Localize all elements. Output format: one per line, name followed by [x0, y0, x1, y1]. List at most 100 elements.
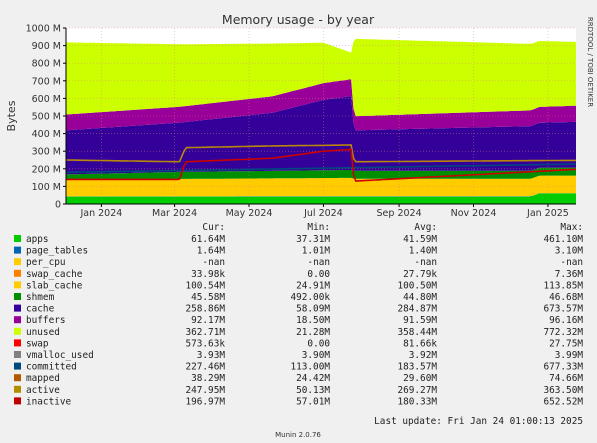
legend-avg: 3.92M: [409, 350, 438, 361]
legend-avg: 100.50M: [397, 280, 437, 291]
legend-name: mapped: [26, 373, 60, 384]
legend-avg: 269.27M: [397, 385, 437, 396]
legend-cur: -nan: [202, 257, 225, 268]
legend-max: -nan: [560, 257, 583, 268]
x-tick-label: Jan 2025: [526, 208, 569, 219]
legend-swatch: [14, 293, 21, 300]
y-tick-label: 1000 M: [26, 24, 61, 35]
legend-min: 0.00: [307, 269, 330, 280]
y-tick-labels: 0 100 M 200 M 300 M 400 M 500 M 600 M 700 M 800 …: [26, 24, 66, 211]
x-tick-label: Jan 2024: [79, 208, 122, 219]
legend-swatch: [14, 397, 21, 405]
legend-cur: 92.17M: [191, 315, 225, 326]
legend-max: 652.52M: [543, 396, 583, 407]
legend-min: -nan: [307, 257, 330, 268]
legend-max: 3.99M: [555, 350, 584, 361]
legend-avg: 1.40M: [409, 246, 438, 257]
legend-swatch: [14, 246, 21, 254]
legend-swatch: [14, 269, 21, 277]
y-tick-label: 300 M: [32, 147, 61, 158]
legend-cur: 1.64M: [197, 246, 226, 257]
legend-avg: 284.87M: [397, 304, 437, 315]
x-tick-label: Jul 2024: [303, 208, 343, 219]
legend-swatch: [14, 374, 21, 382]
legend-name: buffers: [26, 315, 66, 326]
legend-swatch: [14, 327, 21, 335]
legend-swatch: [14, 258, 21, 266]
legend-header-cur: Cur:: [202, 222, 225, 233]
legend-min: 24.42M: [296, 373, 330, 384]
munin-version: Munin 2.0.76: [275, 431, 321, 439]
x-tick-label: May 2024: [226, 208, 273, 219]
memory-usage-chart: Memory usage - by year Bytes RRDTOOL / T…: [0, 0, 597, 443]
legend-avg: 81.66k: [403, 338, 437, 349]
legend-header-min: Min:: [307, 222, 330, 233]
legend-cur: 362.71M: [185, 327, 225, 338]
legend-swatch: [14, 316, 21, 324]
rrdtool-watermark: RRDTOOL / TOBI OETIKER: [586, 17, 594, 107]
x-tick-label: Nov 2024: [451, 208, 497, 219]
legend-name: shmem: [26, 292, 55, 303]
legend-min: 24.91M: [296, 280, 330, 291]
legend-swatch: [14, 351, 21, 358]
y-tick-label: 700 M: [32, 76, 61, 87]
y-tick-label: 600 M: [32, 94, 61, 105]
legend-min: 1.01M: [302, 246, 331, 257]
legend-max: 673.57M: [543, 304, 583, 315]
legend-max: 46.68M: [549, 292, 583, 303]
legend-cur: 227.46M: [185, 362, 225, 373]
y-axis-label: Bytes: [5, 100, 18, 131]
legend-name: per_cpu: [26, 257, 66, 268]
x-tick-label: Mar 2024: [152, 208, 197, 219]
legend-min: 37.31M: [296, 234, 330, 245]
legend-name: unused: [26, 327, 60, 338]
legend-min: 50.13M: [296, 385, 330, 396]
y-tick-label: 100 M: [32, 182, 61, 193]
legend-cur: 33.98k: [191, 269, 225, 280]
legend-avg: 183.57M: [397, 362, 437, 373]
legend-max: 74.66M: [549, 373, 583, 384]
legend-max: 3.10M: [555, 246, 584, 257]
legend-min: 113.00M: [290, 362, 330, 373]
last-update: Last update: Fri Jan 24 01:00:13 2025: [374, 416, 583, 427]
legend-swatch: [14, 304, 21, 312]
legend-cur: 247.95M: [185, 385, 225, 396]
x-tick-label: Sep 2024: [377, 208, 422, 219]
legend-name: apps: [26, 234, 49, 245]
legend-name: vmalloc_used: [26, 350, 94, 361]
legend-avg: 91.59M: [403, 315, 437, 326]
legend-max: 96.16M: [549, 315, 583, 326]
legend-max: 677.33M: [543, 362, 583, 373]
legend-name: swap_cache: [26, 269, 83, 280]
y-tick-label: 0: [55, 200, 61, 211]
legend-cur: 45.58M: [191, 292, 225, 303]
legend-cur: 196.97M: [185, 396, 225, 407]
legend-max: 363.50M: [543, 385, 583, 396]
legend-cur: 100.54M: [185, 280, 225, 291]
legend-min: 57.01M: [296, 396, 330, 407]
legend-name: active: [26, 385, 60, 396]
legend-avg: 358.44M: [397, 327, 437, 338]
legend-cur: 61.64M: [191, 234, 225, 245]
y-tick-label: 500 M: [32, 112, 61, 123]
legend-name: cache: [26, 304, 55, 315]
legend-max: 27.75M: [549, 338, 583, 349]
legend-cur: 3.93M: [197, 350, 226, 361]
legend-min: 492.00k: [290, 292, 330, 303]
legend-name: slab_cache: [26, 280, 83, 291]
chart-title: Memory usage - by year: [222, 12, 375, 27]
legend-swatch: [14, 362, 21, 370]
legend-swatch: [14, 385, 21, 393]
legend-swatch: [14, 339, 21, 347]
legend-max: 7.36M: [555, 269, 584, 280]
y-tick-label: 400 M: [32, 129, 61, 140]
legend-max: 461.10M: [543, 234, 583, 245]
legend-min: 18.50M: [296, 315, 330, 326]
legend-avg: 27.79k: [403, 269, 437, 280]
legend-min: 0.00: [307, 338, 330, 349]
y-tick-label: 800 M: [32, 59, 61, 70]
legend-max: 113.85M: [543, 280, 583, 291]
legend-header-max: Max:: [560, 222, 583, 233]
legend-avg: 180.33M: [397, 396, 437, 407]
legend-avg: -nan: [414, 257, 437, 268]
